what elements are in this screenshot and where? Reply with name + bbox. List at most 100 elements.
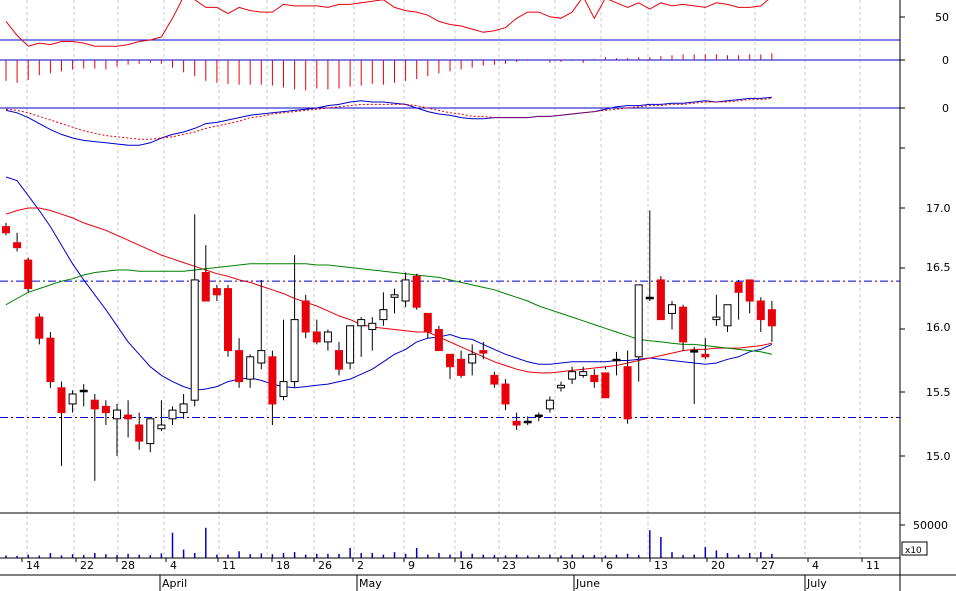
x-tick-label: 6 bbox=[606, 559, 613, 572]
candle-body bbox=[457, 358, 466, 376]
candle bbox=[434, 325, 443, 352]
price-tick-label: 15.0 bbox=[926, 450, 951, 463]
candle-body bbox=[401, 279, 410, 302]
candle-body bbox=[246, 356, 255, 380]
candle-body bbox=[412, 275, 421, 308]
candle-body bbox=[279, 381, 288, 397]
price-tick-label: 15.5 bbox=[926, 386, 951, 399]
candle-body bbox=[79, 389, 88, 393]
candle-body bbox=[690, 350, 699, 353]
macd-histogram-tick-label: 0 bbox=[942, 54, 949, 67]
candle-body bbox=[701, 353, 710, 358]
candle-body bbox=[113, 409, 121, 420]
x-tick-label: 9 bbox=[408, 559, 415, 572]
candle-body bbox=[190, 279, 199, 401]
candle-body bbox=[379, 309, 388, 321]
stock-chart: 50 0 0 17.0 16.5 16.0 15.5 15.0 50000 x1… bbox=[0, 0, 956, 591]
candle-body bbox=[679, 306, 688, 343]
candle-body bbox=[335, 350, 343, 370]
candle-body bbox=[90, 399, 99, 410]
candle bbox=[656, 276, 665, 321]
x-tick-label: 4 bbox=[170, 559, 177, 572]
candle-body bbox=[446, 353, 454, 368]
candle-body bbox=[712, 316, 721, 321]
candle-body bbox=[68, 393, 77, 405]
x-tick-label: 27 bbox=[761, 559, 775, 572]
candle-body bbox=[290, 319, 299, 383]
candle-body bbox=[479, 350, 488, 354]
candle-body bbox=[634, 284, 643, 358]
month-label: July bbox=[806, 577, 827, 590]
rsi-tick-label: 50 bbox=[935, 11, 949, 24]
macd-tick-label: 0 bbox=[942, 102, 949, 115]
candle-body bbox=[35, 316, 44, 339]
candle bbox=[224, 284, 232, 357]
candle-body bbox=[146, 418, 155, 445]
candle-body bbox=[623, 366, 632, 420]
candle-body bbox=[645, 296, 654, 300]
candle-body bbox=[545, 399, 554, 410]
candle-body bbox=[423, 312, 432, 333]
candle-body bbox=[612, 358, 621, 362]
candle-body bbox=[13, 242, 22, 249]
candle-body bbox=[212, 288, 221, 296]
candle-body bbox=[168, 409, 177, 420]
candle-body bbox=[534, 414, 543, 418]
candle-body bbox=[523, 420, 532, 424]
candle-body bbox=[323, 331, 332, 343]
candle-body bbox=[224, 288, 232, 352]
candle-body bbox=[24, 259, 33, 290]
x-tick-label: 16 bbox=[459, 559, 473, 572]
price-tick-label: 17.0 bbox=[926, 202, 951, 215]
candle-body bbox=[257, 350, 266, 364]
candle-body bbox=[590, 374, 599, 383]
candle-body bbox=[179, 403, 188, 414]
month-label: April bbox=[162, 577, 187, 590]
x-tick-label: 14 bbox=[26, 559, 40, 572]
candle-body bbox=[346, 325, 355, 364]
x-tick-label: 23 bbox=[502, 559, 516, 572]
candle-body bbox=[557, 384, 565, 389]
candle-body bbox=[390, 294, 399, 298]
candle bbox=[46, 332, 55, 388]
x-tick-label: 30 bbox=[562, 559, 576, 572]
x-tick-label: 11 bbox=[222, 559, 236, 572]
candle-body bbox=[124, 414, 133, 420]
candle-body bbox=[512, 420, 521, 426]
candle-body bbox=[734, 281, 743, 293]
candle-body bbox=[57, 387, 66, 414]
x-tick-label: 26 bbox=[318, 559, 332, 572]
x-tick-label: 28 bbox=[121, 559, 135, 572]
candle-body bbox=[201, 271, 210, 302]
candle-body bbox=[745, 279, 754, 302]
candle bbox=[412, 273, 421, 310]
candle-body bbox=[268, 356, 277, 405]
x-tick-label: 11 bbox=[866, 559, 880, 572]
candle-body bbox=[490, 374, 499, 385]
candle bbox=[24, 257, 33, 293]
candle-body bbox=[135, 424, 144, 442]
candle-body bbox=[157, 424, 166, 430]
candle-body bbox=[312, 331, 321, 343]
x-tick-label: 22 bbox=[80, 559, 94, 572]
candle-body bbox=[301, 300, 310, 333]
price-tick-label: 16.5 bbox=[926, 261, 951, 274]
candle-body bbox=[501, 383, 510, 405]
price-tick-label: 16.0 bbox=[926, 321, 951, 334]
x-tick-label: 20 bbox=[711, 559, 725, 572]
month-label: June bbox=[575, 577, 600, 590]
candle-body bbox=[2, 226, 10, 234]
chart-background bbox=[0, 0, 956, 591]
candle-body bbox=[434, 329, 443, 352]
candle-body bbox=[368, 322, 377, 331]
candle-body bbox=[756, 300, 765, 321]
x-tick-label: 4 bbox=[812, 559, 819, 572]
month-label: May bbox=[359, 577, 382, 590]
candle-body bbox=[579, 371, 588, 376]
candle-body bbox=[723, 304, 732, 327]
candle-body bbox=[235, 350, 244, 383]
candle-body bbox=[46, 337, 55, 383]
volume-tick-label: 50000 bbox=[913, 519, 948, 532]
candle-body bbox=[601, 372, 610, 399]
candle bbox=[301, 294, 310, 339]
